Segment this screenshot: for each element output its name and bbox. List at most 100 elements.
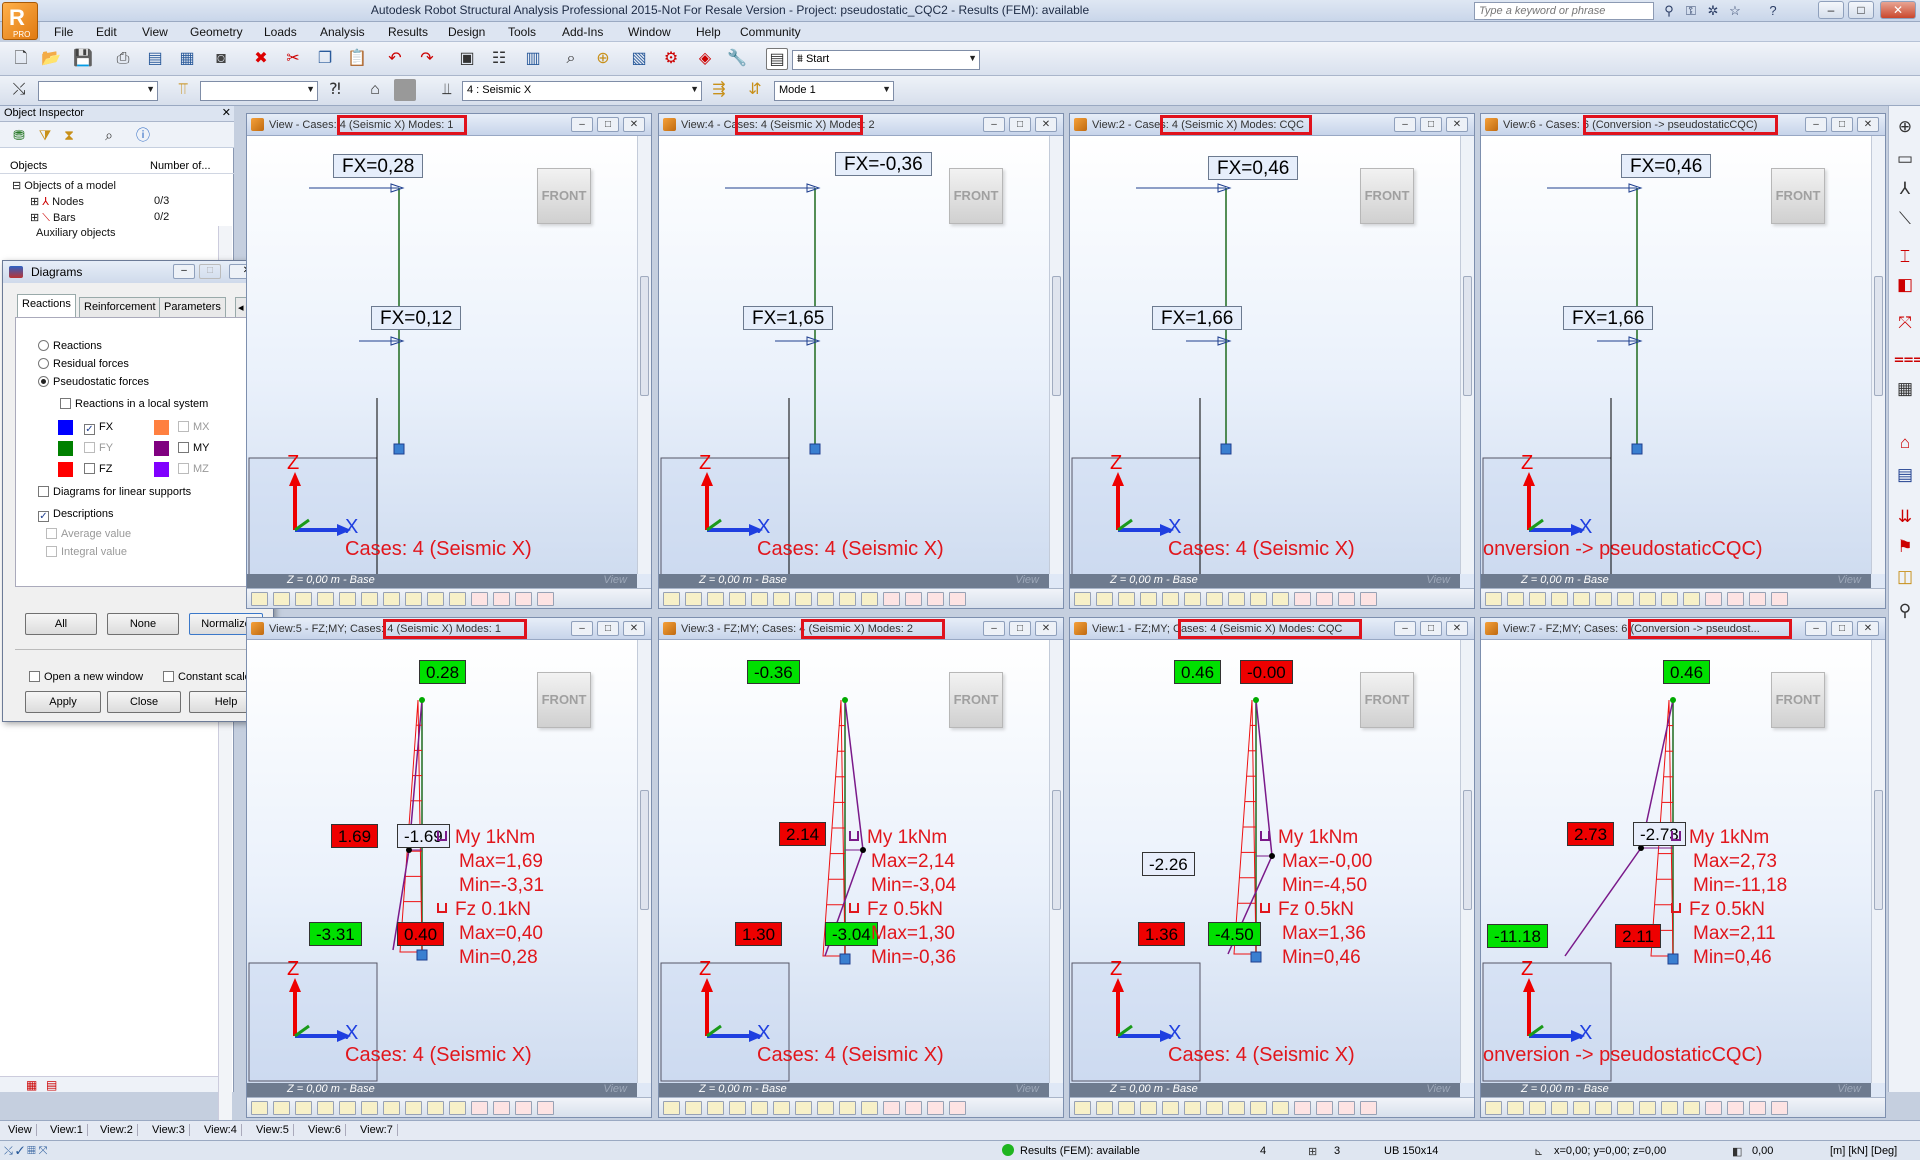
menu-results[interactable]: Results xyxy=(388,25,428,39)
view-tool-icon[interactable] xyxy=(905,1101,922,1115)
globe-icon[interactable]: ⊕ xyxy=(592,48,614,70)
load-case-icon[interactable]: ⫫ xyxy=(436,79,458,101)
view-tool-icon[interactable] xyxy=(1360,1101,1377,1115)
menu-design[interactable]: Design xyxy=(448,25,485,39)
binoculars-icon[interactable]: ⚲ xyxy=(1660,3,1678,19)
radio-residual-forces[interactable]: Residual forces xyxy=(38,358,129,370)
object-filter-icon[interactable]: ⛃ xyxy=(8,124,30,146)
view-tool-icon[interactable] xyxy=(663,592,680,606)
view-vertical-scrollbar[interactable] xyxy=(1049,136,1063,574)
minimize-button[interactable]: – xyxy=(1818,1,1844,19)
menu-community[interactable]: Community xyxy=(740,25,801,39)
menu-geometry[interactable]: Geometry xyxy=(190,25,243,39)
view-tool-icon[interactable] xyxy=(1639,592,1656,606)
minimize-button[interactable]: – xyxy=(1394,621,1416,636)
scrollbar-thumb[interactable] xyxy=(640,276,649,396)
view-tool-icon[interactable] xyxy=(405,1101,422,1115)
view-tool-icon[interactable] xyxy=(1294,1101,1311,1115)
view-tool-icon[interactable] xyxy=(1573,592,1590,606)
frame-icon[interactable]: ▦ xyxy=(1894,378,1916,400)
tab-view[interactable]: View xyxy=(4,1124,37,1136)
delete-icon[interactable]: ✖ xyxy=(250,48,272,70)
table-icon[interactable]: ▤ xyxy=(1894,464,1916,486)
bar-icon[interactable]: ⟍ xyxy=(1894,208,1916,230)
view-tool-icon[interactable] xyxy=(427,1101,444,1115)
mz-checkbox[interactable]: MZ xyxy=(178,463,209,475)
view-tool-icon[interactable] xyxy=(1771,1101,1788,1115)
close-dialog-button[interactable]: Close xyxy=(107,691,181,713)
tree-item-auxiliary[interactable]: Auxiliary objects xyxy=(36,227,115,239)
view-tool-icon[interactable] xyxy=(339,1101,356,1115)
view-tool-icon[interactable] xyxy=(1507,592,1524,606)
zoom-window-icon[interactable]: ⌕ xyxy=(560,48,582,70)
layers-icon[interactable]: ▦ xyxy=(26,1078,37,1092)
hourglass-icon[interactable]: ⧗ xyxy=(58,124,80,146)
tab-view-2[interactable]: View:2 xyxy=(96,1124,138,1136)
view-tool-icon[interactable] xyxy=(1338,592,1355,606)
fz-checkbox[interactable]: FZ xyxy=(84,463,112,475)
view-window-bot-4[interactable]: View:7 - FZ;MY; Cases: 6 (Conversion -> … xyxy=(1480,617,1886,1118)
tab-scroll-left-icon[interactable]: ◂ xyxy=(235,297,247,317)
view-canvas[interactable]: FRONT 0.28 1.69 -1.69 -3.31 0.40 My 1kNm Max=1,… xyxy=(247,640,637,1083)
redo-icon[interactable]: ↷ xyxy=(416,48,438,70)
misc-icon[interactable]: ⚲ xyxy=(1894,600,1916,622)
view-tool-icon[interactable] xyxy=(861,1101,878,1115)
view-tool-icon[interactable] xyxy=(251,1101,268,1115)
view-tool-icon[interactable] xyxy=(1727,1101,1744,1115)
view-tool-icon[interactable] xyxy=(795,592,812,606)
view-tool-icon[interactable] xyxy=(339,592,356,606)
view-tool-icon[interactable] xyxy=(1529,1101,1546,1115)
tab-parameters[interactable]: Parameters xyxy=(159,297,226,317)
ibeam-icon[interactable]: ⌶ xyxy=(1894,246,1916,268)
descriptions-checkbox[interactable]: ✓ Descriptions xyxy=(38,508,114,522)
view-tool-icon[interactable] xyxy=(927,592,944,606)
view-tool-icon[interactable] xyxy=(537,592,554,606)
expand-icon[interactable]: ⊞ xyxy=(30,196,42,208)
view-tool-icon[interactable] xyxy=(427,592,444,606)
close-button[interactable]: ✕ xyxy=(623,621,645,636)
funnel-icon[interactable]: ⧩ xyxy=(34,124,56,146)
view-tool-icon[interactable] xyxy=(1074,1101,1091,1115)
view-tool-icon[interactable] xyxy=(1360,592,1377,606)
load-icon[interactable]: ⇊ xyxy=(1894,506,1916,528)
view-tool-icon[interactable] xyxy=(729,592,746,606)
view-tool-icon[interactable] xyxy=(515,1101,532,1115)
view-tool-icon[interactable] xyxy=(1250,592,1267,606)
view-tool-icon[interactable] xyxy=(1529,592,1546,606)
linear-supports-checkbox[interactable]: Diagrams for linear supports xyxy=(38,486,191,498)
view-tool-icon[interactable] xyxy=(1551,1101,1568,1115)
view-tool-icon[interactable] xyxy=(1595,1101,1612,1115)
view-tool-icon[interactable] xyxy=(317,1101,334,1115)
average-value-checkbox[interactable]: Average value xyxy=(46,528,131,540)
next-case-icon[interactable]: ⇶ xyxy=(708,79,730,101)
screen-capture-icon[interactable]: ◙ xyxy=(210,48,232,70)
local-system-checkbox[interactable]: Reactions in a local system xyxy=(60,398,208,410)
minimize-button[interactable]: – xyxy=(173,264,195,279)
scrollbar-thumb[interactable] xyxy=(640,790,649,910)
view-window-bot-2[interactable]: View:3 - FZ;MY; Cases: 4 (Seismic X) Mod… xyxy=(658,617,1064,1118)
key-icon[interactable]: ⚿ xyxy=(1682,3,1700,19)
layout-icon[interactable]: ▤ xyxy=(766,48,788,70)
structure-view-icon[interactable]: ▥ xyxy=(522,48,544,70)
view-tool-icon[interactable] xyxy=(1118,592,1135,606)
view-tool-icon[interactable] xyxy=(1228,1101,1245,1115)
help-icon[interactable]: ? xyxy=(1764,3,1782,19)
view-tool-icon[interactable] xyxy=(361,1101,378,1115)
minimize-button[interactable]: – xyxy=(1805,621,1827,636)
find-icon[interactable]: ⌕ xyxy=(98,124,120,146)
close-icon[interactable]: ✕ xyxy=(222,106,231,119)
view-tool-icon[interactable] xyxy=(1727,592,1744,606)
preview-icon[interactable]: ▦ xyxy=(176,48,198,70)
view-tool-icon[interactable] xyxy=(773,592,790,606)
view-tool-icon[interactable] xyxy=(795,1101,812,1115)
view-tool-icon[interactable] xyxy=(1749,1101,1766,1115)
fy-color-swatch[interactable] xyxy=(58,441,73,456)
view-tool-icon[interactable] xyxy=(1749,592,1766,606)
load-case-select[interactable]: 4 : Seismic X ▼ xyxy=(462,81,702,101)
view-tool-icon[interactable] xyxy=(1096,1101,1113,1115)
view-tool-icon[interactable] xyxy=(861,592,878,606)
view-canvas[interactable]: FRONT FX=0,46 FX=1,66 Z X Cases: 4 (Seismic X… xyxy=(1070,136,1460,577)
view-tool-icon[interactable] xyxy=(1250,1101,1267,1115)
maximize-button[interactable]: □ xyxy=(1009,621,1031,636)
minimize-button[interactable]: – xyxy=(983,117,1005,132)
